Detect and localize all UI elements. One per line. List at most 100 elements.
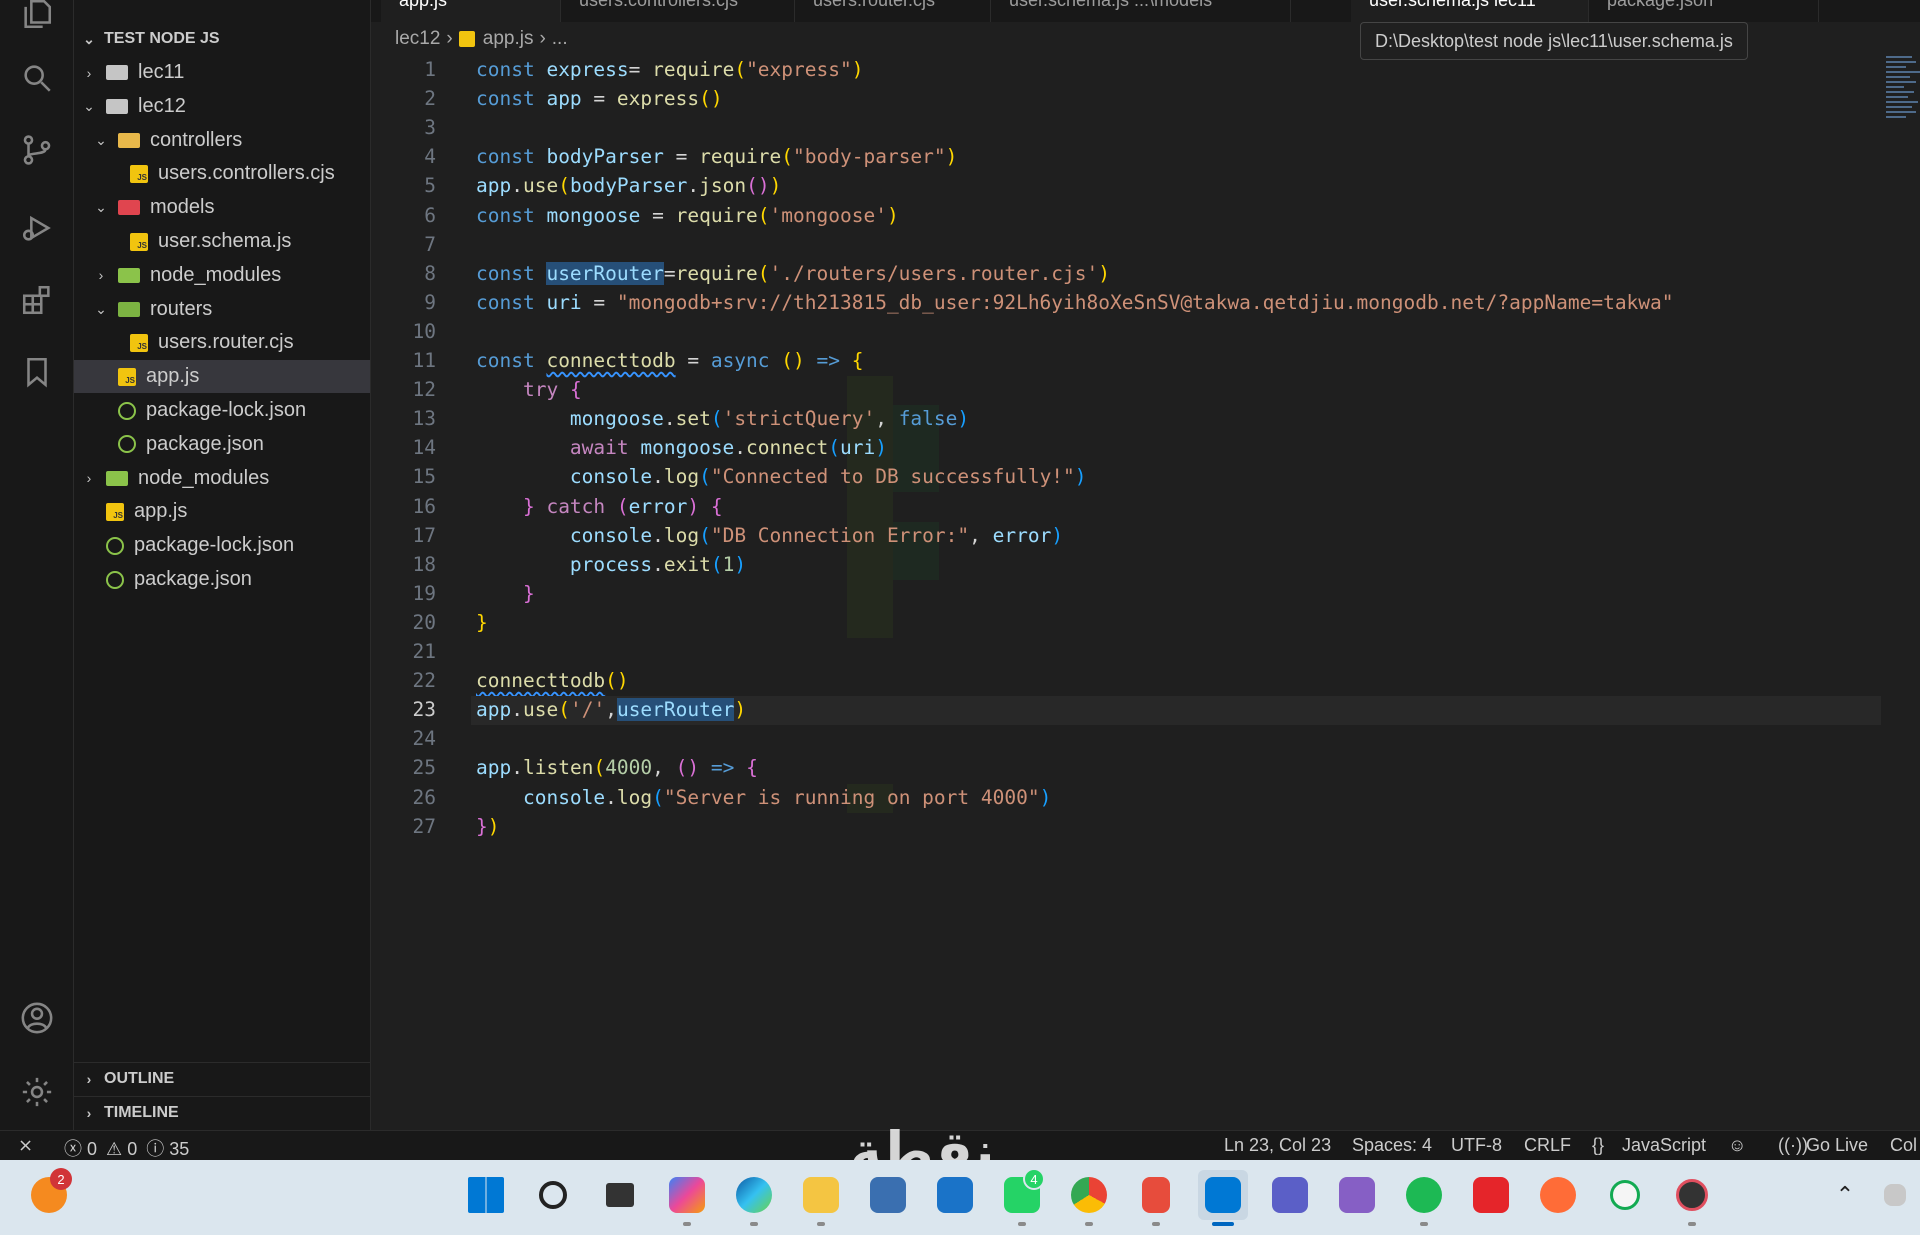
chevron-down-icon: ⌄: [95, 300, 107, 317]
tree-item[interactable]: ⌄ lec12: [74, 90, 370, 123]
account-icon[interactable]: [0, 988, 74, 1048]
task-view-icon[interactable]: [595, 1170, 645, 1220]
code-line[interactable]: 7: [371, 231, 1881, 260]
tree-item[interactable]: JS app.js: [74, 360, 370, 394]
explorer-root-header[interactable]: ⌄ TEST NODE JS: [74, 26, 370, 52]
visual-studio-icon[interactable]: [1332, 1170, 1382, 1220]
tab-user-schema-lec11[interactable]: user.schema.js lec11: [1351, 0, 1589, 22]
windows-start-icon[interactable]: [461, 1170, 511, 1220]
remote-icon[interactable]: ⨯: [18, 1135, 33, 1156]
settings-gear-icon[interactable]: [0, 1062, 74, 1122]
code-line[interactable]: 12 try {: [371, 376, 1881, 405]
cursor-position[interactable]: Ln 23, Col 23: [1224, 1135, 1331, 1156]
code-line[interactable]: 14 await mongoose.connect(uri): [371, 434, 1881, 463]
outlook-icon[interactable]: [930, 1170, 980, 1220]
code-line[interactable]: 20}: [371, 609, 1881, 638]
code-line[interactable]: 16 } catch (error) {: [371, 493, 1881, 522]
code-line[interactable]: 22 connecttodb(): [371, 667, 1881, 696]
go-live-button[interactable]: Go Live: [1806, 1135, 1868, 1156]
tree-item[interactable]: › node_modules: [74, 462, 370, 495]
weather-widget-icon[interactable]: 2: [24, 1168, 74, 1220]
code-token: ): [1074, 465, 1087, 489]
code-line[interactable]: 25 app.listen(4000, () => {: [371, 754, 1881, 783]
explorer-icon[interactable]: [0, 0, 74, 44]
code-line[interactable]: 19 }: [371, 580, 1881, 609]
code-line[interactable]: 13 mongoose.set('strictQuery', false): [371, 405, 1881, 434]
wps-office-icon[interactable]: [1466, 1170, 1516, 1220]
indentation[interactable]: Spaces: 4: [1352, 1135, 1432, 1156]
code-line[interactable]: 23 app.use('/',userRouter): [371, 696, 1881, 725]
tree-item[interactable]: › node_modules: [74, 259, 370, 292]
teams-icon[interactable]: [1265, 1170, 1315, 1220]
code-line[interactable]: 18 process.exit(1): [371, 551, 1881, 580]
bookmark-icon[interactable]: [0, 342, 74, 402]
chevron-up-icon[interactable]: ⌃: [1820, 1170, 1870, 1220]
code-token: .: [687, 174, 700, 198]
code-line[interactable]: 17 console.log("DB Connection Error:", e…: [371, 522, 1881, 551]
extensions-icon[interactable]: [0, 270, 74, 330]
tab-users-controllers[interactable]: users.controllers.cjs: [561, 0, 795, 22]
breadcrumb-more[interactable]: ...: [552, 28, 568, 50]
whatsapp-icon[interactable]: 4: [997, 1168, 1047, 1226]
tree-item[interactable]: JS users.controllers.cjs: [74, 157, 370, 190]
minimap[interactable]: [1886, 56, 1920, 122]
snipping-tool-icon[interactable]: [1131, 1170, 1181, 1226]
tree-item[interactable]: ⌄ routers: [74, 293, 370, 326]
problems-indicator[interactable]: ⓧ 0 ⚠ 0 ⓘ 35: [64, 1135, 189, 1161]
tree-item[interactable]: JS app.js: [74, 495, 370, 528]
code-line[interactable]: 6 const mongoose = require('mongoose'): [371, 202, 1881, 231]
source-control-icon[interactable]: [0, 120, 74, 180]
tree-item[interactable]: ⌄ controllers: [74, 124, 370, 157]
spotify-icon[interactable]: [1399, 1170, 1449, 1226]
tab-package-json[interactable]: package.json: [1589, 0, 1819, 22]
code-line[interactable]: 10: [371, 318, 1881, 347]
code-line[interactable]: 5 app.use(bodyParser.json()): [371, 172, 1881, 201]
edge-browser-icon[interactable]: [729, 1170, 779, 1226]
outline-section[interactable]: › OUTLINE: [74, 1062, 370, 1095]
code-line[interactable]: 8 const userRouter=require('./routers/use…: [371, 260, 1881, 289]
tab-app-js[interactable]: app.js: [381, 0, 561, 22]
postman-icon[interactable]: [1533, 1170, 1583, 1220]
code-line[interactable]: 4 const bodyParser = require("body-parser…: [371, 143, 1881, 172]
chrome-icon[interactable]: [1064, 1170, 1114, 1226]
run-debug-icon[interactable]: [0, 198, 74, 258]
tree-item[interactable]: › lec11: [74, 56, 370, 89]
search-icon[interactable]: [528, 1170, 578, 1220]
tab-user-schema-models[interactable]: user.schema.js ...\models: [991, 0, 1291, 22]
code-editor[interactable]: 1 const express= require("express") 2 const…: [371, 56, 1920, 1130]
language-mode[interactable]: JavaScript: [1622, 1135, 1706, 1156]
code-line[interactable]: 2 const app = express(): [371, 85, 1881, 114]
control-panel-icon[interactable]: [863, 1170, 913, 1220]
line-ending[interactable]: CRLF: [1524, 1135, 1571, 1156]
tree-item[interactable]: package.json: [74, 428, 370, 461]
tree-item[interactable]: package-lock.json: [74, 529, 370, 562]
code-line[interactable]: 11 const connecttodb = async () => {: [371, 347, 1881, 376]
breadcrumb-folder[interactable]: lec12: [395, 28, 440, 50]
encoding[interactable]: UTF-8: [1451, 1135, 1502, 1156]
timeline-section[interactable]: › TIMELINE: [74, 1096, 370, 1129]
search-icon[interactable]: [0, 48, 74, 108]
code-line[interactable]: 21: [371, 638, 1881, 667]
tab-users-router[interactable]: users.router.cjs: [795, 0, 991, 22]
code-line[interactable]: 3: [371, 114, 1881, 143]
code-line[interactable]: 9 const uri = "mongodb+srv://th213815_db_…: [371, 289, 1881, 318]
code-line[interactable]: 1 const express= require("express"): [371, 56, 1881, 85]
line-number: 18: [412, 552, 436, 576]
code-line[interactable]: 15 console.log("Connected to DB successf…: [371, 463, 1881, 492]
code-line[interactable]: 27}): [371, 813, 1881, 842]
tree-item[interactable]: JS users.router.cjs: [74, 326, 370, 359]
code-line[interactable]: 24: [371, 725, 1881, 754]
file-explorer-icon[interactable]: [796, 1170, 846, 1226]
mongodb-compass-icon[interactable]: [1600, 1170, 1650, 1220]
tree-item[interactable]: ⌄ models: [74, 191, 370, 224]
tree-item[interactable]: package-lock.json: [74, 394, 370, 427]
copilot-icon[interactable]: [662, 1170, 712, 1226]
copilot-icon[interactable]: ☺: [1728, 1135, 1746, 1156]
media-player-icon[interactable]: [1667, 1170, 1717, 1226]
breadcrumb-file[interactable]: app.js: [483, 28, 534, 50]
code-line[interactable]: 26 console.log("Server is running on por…: [371, 784, 1881, 813]
tray-app-icon[interactable]: [1870, 1170, 1920, 1220]
tree-item[interactable]: package.json: [74, 563, 370, 596]
tree-item[interactable]: JS user.schema.js: [74, 225, 370, 258]
vscode-icon[interactable]: [1198, 1170, 1248, 1226]
